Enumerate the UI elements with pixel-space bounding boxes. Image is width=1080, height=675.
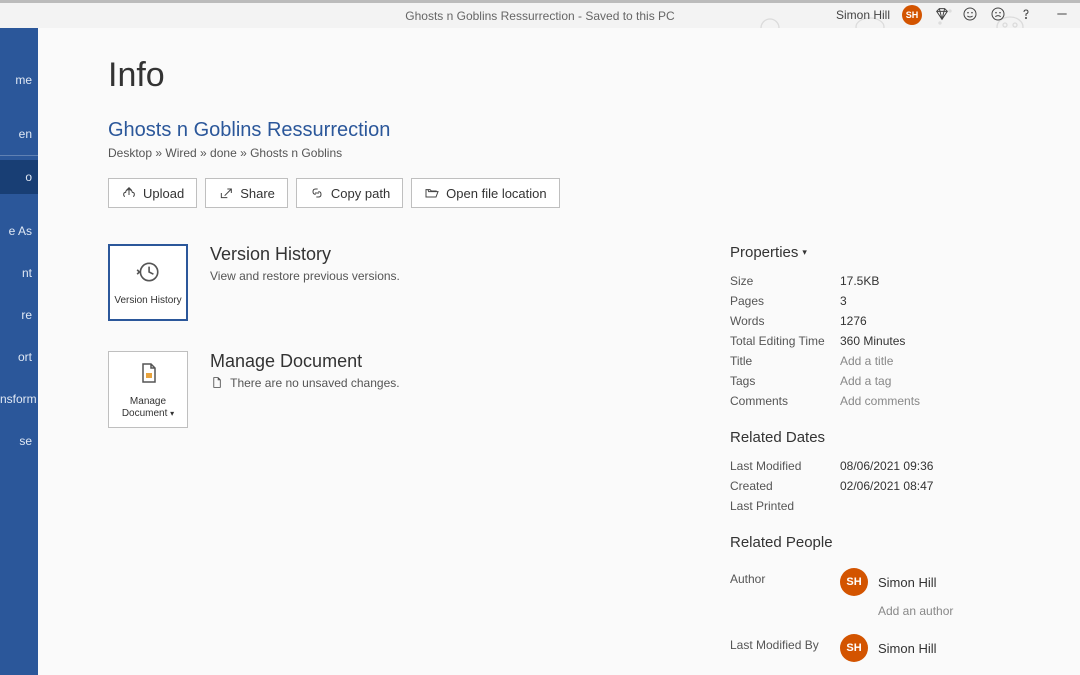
author-person[interactable]: SH Simon Hill [840,564,953,600]
prop-row-editing: Total Editing Time360 Minutes [730,331,1010,351]
title-bar: Ghosts n Goblins Ressurrection - Saved t… [0,0,1080,28]
sad-icon[interactable] [990,6,1006,25]
properties-panel: Properties ▾ Size17.5KB Pages3 Words1276… [730,244,1040,675]
titlebar-text: Ghosts n Goblins Ressurrection - Saved t… [405,9,674,23]
modby-row: Last Modified By SH Simon Hill [730,627,1010,669]
document-title: Ghosts n Goblins Ressurrection [108,119,1040,142]
sidebar-item-8[interactable]: se [0,424,38,458]
document-icon [136,360,160,392]
copy-path-label: Copy path [331,186,390,201]
related-people-header: Related People [730,534,1010,551]
minimize-icon[interactable] [1054,6,1070,25]
content-panel: Info Ghosts n Goblins Ressurrection Desk… [38,28,1080,675]
modby-avatar: SH [840,634,868,662]
version-section-title: Version History [210,244,690,265]
prop-row-modified: Last Modified08/06/2021 09:36 [730,456,1010,476]
sidebar-item-6[interactable]: ort [0,340,38,374]
prop-row-printed: Last Printed [730,496,1010,516]
breadcrumb: Desktop » Wired » done » Ghosts n Goblin… [108,146,1040,160]
manage-section-desc: There are no unsaved changes. [210,376,690,390]
prop-row-tags: TagsAdd a tag [730,371,1010,391]
link-icon [309,185,325,201]
diamond-icon[interactable] [934,6,950,25]
prop-row-size: Size17.5KB [730,271,1010,291]
doc-small-icon [210,376,223,389]
prop-row-pages: Pages3 [730,291,1010,311]
version-history-tile[interactable]: Version History [108,244,188,321]
author-avatar: SH [840,568,868,596]
sidebar-item-3[interactable]: e As [0,214,38,248]
history-icon [135,259,161,291]
sidebar-item-7[interactable]: nsform [0,382,38,416]
related-dates-header: Related Dates [730,429,1010,446]
version-tile-label: Version History [110,295,185,307]
upload-icon [121,185,137,201]
manage-section-title: Manage Document [210,351,690,372]
share-icon [218,185,234,201]
smile-icon[interactable] [962,6,978,25]
add-tag-field[interactable]: Add a tag [840,374,891,388]
modby-person[interactable]: SH Simon Hill [840,630,937,666]
share-label: Share [240,186,275,201]
help-icon[interactable] [1018,6,1034,25]
page-title: Info [108,56,1040,95]
sidebar-item-5[interactable]: re [0,298,38,332]
open-location-button[interactable]: Open file location [411,178,559,208]
titlebar-right: Simon Hill SH [836,5,1070,25]
version-section-desc: View and restore previous versions. [210,269,690,283]
prop-row-comments: CommentsAdd comments [730,391,1010,411]
prop-row-created: Created02/06/2021 08:47 [730,476,1010,496]
user-avatar[interactable]: SH [902,5,922,25]
modby-name: Simon Hill [878,641,937,656]
manage-document-tile[interactable]: Manage Document ▾ [108,351,188,428]
author-name: Simon Hill [878,575,937,590]
info-left: Version History Version History View and… [108,244,690,675]
sidebar-item-1[interactable]: en [0,117,38,151]
folder-open-icon [424,185,440,201]
action-row: Upload Share Copy path Open file locatio… [108,178,1040,208]
share-button[interactable]: Share [205,178,288,208]
upload-button[interactable]: Upload [108,178,197,208]
prop-row-words: Words1276 [730,311,1010,331]
upload-label: Upload [143,186,184,201]
properties-header-label: Properties [730,244,798,261]
add-title-field[interactable]: Add a title [840,354,893,368]
sidebar-item-2[interactable]: o [0,160,38,194]
chevron-down-icon: ▾ [802,247,807,258]
add-comments-field[interactable]: Add comments [840,394,920,408]
prop-row-title: TitleAdd a title [730,351,1010,371]
sidebar-item-4[interactable]: nt [0,256,38,290]
manage-tile-label: Manage Document ▾ [109,396,187,420]
sidebar-item-0[interactable]: me [0,63,38,97]
backstage-sidebar: me en o e As nt re ort nsform se [0,28,38,675]
properties-dropdown[interactable]: Properties ▾ [730,244,1010,261]
add-author-field[interactable]: Add an author [878,604,953,618]
author-row: Author SH Simon Hill Add an author [730,561,1010,621]
open-location-label: Open file location [446,186,546,201]
user-name[interactable]: Simon Hill [836,8,890,22]
copy-path-button[interactable]: Copy path [296,178,403,208]
